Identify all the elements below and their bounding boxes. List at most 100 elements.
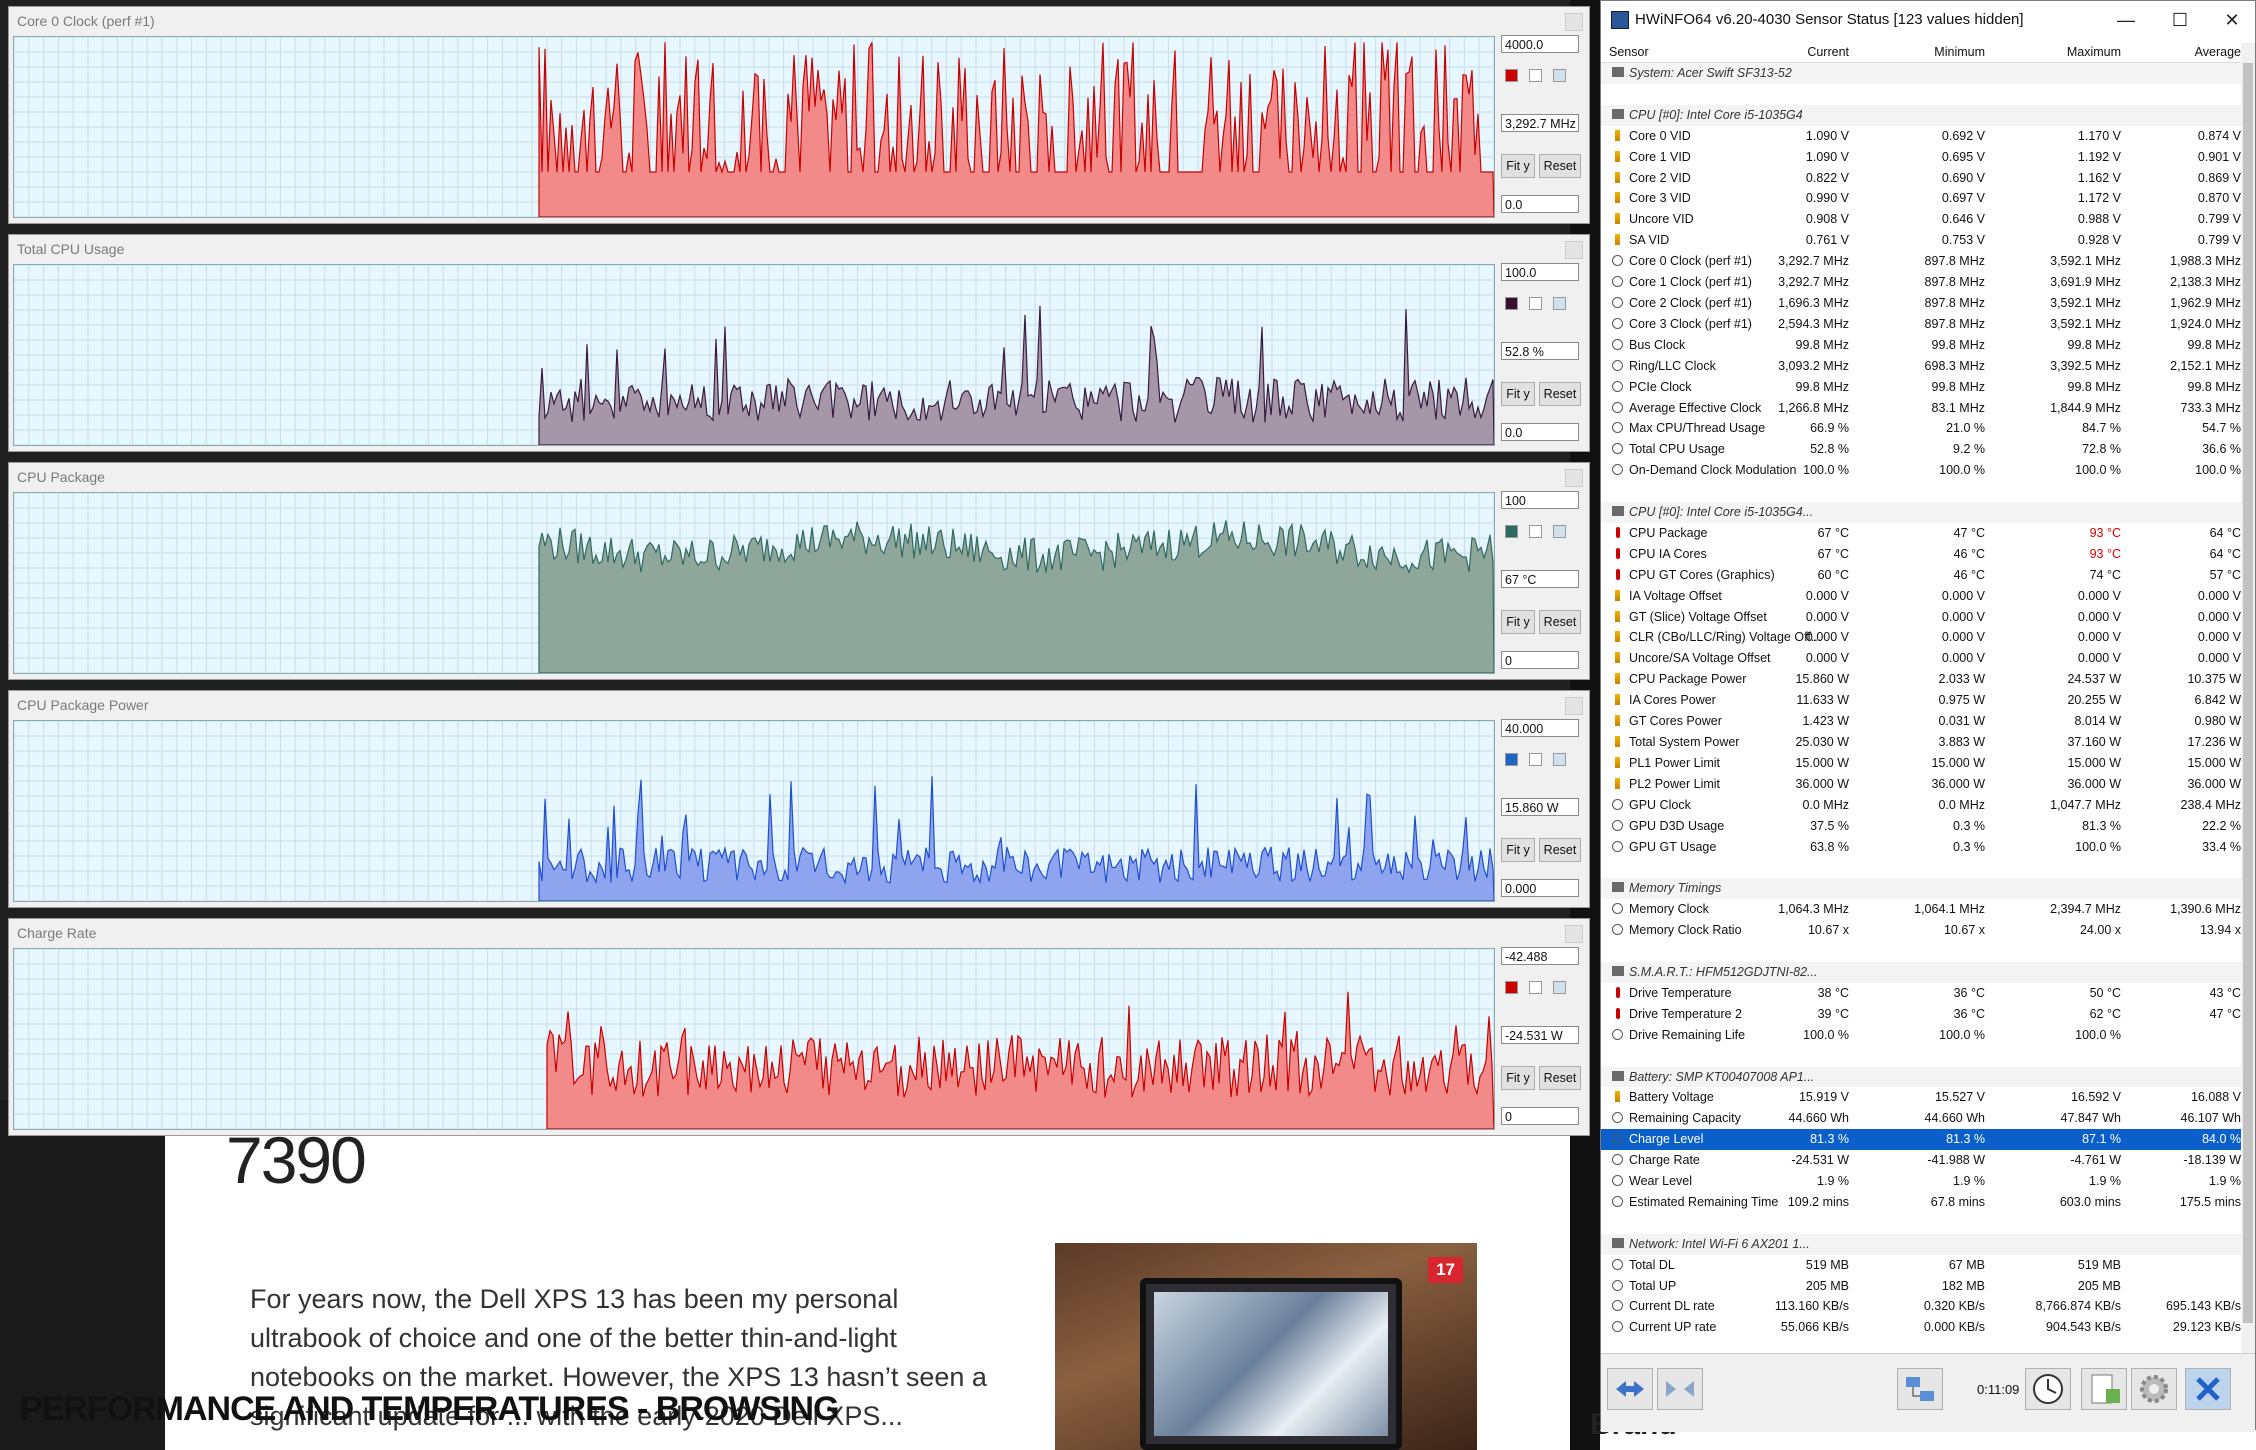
sensor-row[interactable]: GPU GT Usage 63.8 % 0.3 % 100.0 % 33.4 %: [1601, 837, 2241, 858]
reset-button[interactable]: Reset: [1539, 1066, 1581, 1090]
sensor-row[interactable]: Core 2 VID 0.822 V 0.690 V 1.162 V 0.869 V: [1601, 168, 2241, 189]
line-color-swatch[interactable]: [1505, 981, 1518, 994]
sensor-row[interactable]: Memory Clock 1,064.3 MHz 1,064.1 MHz 2,394.…: [1601, 899, 2241, 920]
add-report-icon[interactable]: [2081, 1368, 2127, 1410]
sensor-row[interactable]: GT (Slice) Voltage Offset 0.000 V 0.000 V 0…: [1601, 607, 2241, 628]
sensor-row[interactable]: Core 1 VID 1.090 V 0.695 V 1.192 V 0.901 V: [1601, 147, 2241, 168]
graph-max-field[interactable]: 100: [1501, 491, 1579, 509]
sensor-row[interactable]: IA Cores Power 11.633 W 0.975 W 20.255 W 6.8…: [1601, 690, 2241, 711]
sensor-row[interactable]: Bus Clock 99.8 MHz 99.8 MHz 99.8 MHz 99.8 MH…: [1601, 335, 2241, 356]
grid-color-swatch[interactable]: [1553, 525, 1566, 538]
sensor-row[interactable]: Uncore VID 0.908 V 0.646 V 0.988 V 0.799 V: [1601, 209, 2241, 230]
sensor-row[interactable]: Charge Level 81.3 % 81.3 % 87.1 % 84.0 %: [1601, 1129, 2241, 1151]
column-minimum[interactable]: Minimum: [1934, 45, 1985, 59]
grid-color-swatch[interactable]: [1553, 69, 1566, 82]
fit-y-button[interactable]: Fit y: [1501, 610, 1535, 634]
sensor-row[interactable]: PL1 Power Limit 15.000 W 15.000 W 15.000 W 1…: [1601, 753, 2241, 774]
sensor-row[interactable]: CPU Package Power 15.860 W 2.033 W 24.537 W…: [1601, 669, 2241, 690]
background-color-swatch[interactable]: [1529, 981, 1542, 994]
sensor-group-header[interactable]: CPU [#0]: Intel Core i5-1035G4...: [1601, 502, 2241, 523]
sensor-graph-window[interactable]: Charge Rate -42.488 -24.531 W Fit y Rese…: [8, 918, 1590, 1136]
sensor-row[interactable]: Core 3 Clock (perf #1) 2,594.3 MHz 897.8 M…: [1601, 314, 2241, 335]
sensor-row[interactable]: GPU D3D Usage 37.5 % 0.3 % 81.3 % 22.2 %: [1601, 816, 2241, 837]
minimize-button[interactable]: —: [2103, 5, 2149, 35]
settings-gear-icon[interactable]: [2131, 1368, 2177, 1410]
close-sensors-icon[interactable]: [2185, 1368, 2231, 1410]
sensor-graph-window[interactable]: CPU Package 100 67 °C Fit y Reset 0: [8, 462, 1590, 680]
sensor-row[interactable]: CPU GT Cores (Graphics) 60 °C 46 °C 74 °C 57…: [1601, 565, 2241, 586]
sensor-row[interactable]: PL2 Power Limit 36.000 W 36.000 W 36.000 W 3…: [1601, 774, 2241, 795]
expand-arrows-icon[interactable]: [1607, 1368, 1653, 1410]
line-color-swatch[interactable]: [1505, 297, 1518, 310]
sensor-row[interactable]: Current DL rate 113.160 KB/s 0.320 KB/s 8,7…: [1601, 1296, 2241, 1317]
reset-button[interactable]: Reset: [1539, 382, 1581, 406]
sensor-row[interactable]: CPU IA Cores 67 °C 46 °C 93 °C 64 °C: [1601, 544, 2241, 565]
background-color-swatch[interactable]: [1529, 525, 1542, 538]
network-icon[interactable]: [1897, 1368, 1943, 1410]
sensor-graph-window[interactable]: Core 0 Clock (perf #1) 4000.0 3,292.7 MH…: [8, 6, 1590, 224]
fit-y-button[interactable]: Fit y: [1501, 382, 1535, 406]
grid-color-swatch[interactable]: [1553, 981, 1566, 994]
maximize-button[interactable]: ☐: [2157, 5, 2203, 35]
sensor-row[interactable]: Core 2 Clock (perf #1) 1,696.3 MHz 897.8 M…: [1601, 293, 2241, 314]
sensor-group-header[interactable]: Memory Timings: [1601, 878, 2241, 900]
background-color-swatch[interactable]: [1529, 753, 1542, 766]
reset-button[interactable]: Reset: [1539, 610, 1581, 634]
graph-min-field[interactable]: 0: [1501, 651, 1579, 669]
sensor-row[interactable]: Total DL 519 MB 67 MB 519 MB: [1601, 1255, 2241, 1276]
sensor-table[interactable]: System: Acer Swift SF313-52 CPU [#0]: Int…: [1601, 63, 2241, 1338]
reset-button[interactable]: Reset: [1539, 154, 1581, 178]
column-sensor[interactable]: Sensor: [1609, 45, 1649, 59]
sensor-row[interactable]: On-Demand Clock Modulation 100.0 % 100.0 %…: [1601, 460, 2241, 481]
graph-close-icon[interactable]: [1565, 925, 1583, 943]
hwinfo-sensor-window[interactable]: HWiNFO64 v6.20-4030 Sensor Status [123 v…: [1600, 0, 2256, 1432]
sensor-row[interactable]: Core 0 Clock (perf #1) 3,292.7 MHz 897.8 M…: [1601, 251, 2241, 272]
title-bar[interactable]: HWiNFO64 v6.20-4030 Sensor Status [123 v…: [1601, 1, 2255, 39]
fit-y-button[interactable]: Fit y: [1501, 154, 1535, 178]
graph-max-field[interactable]: -42.488: [1501, 947, 1579, 965]
sensor-row[interactable]: Core 1 Clock (perf #1) 3,292.7 MHz 897.8 M…: [1601, 272, 2241, 293]
vertical-scrollbar[interactable]: [2241, 43, 2255, 1353]
sensor-row[interactable]: PCIe Clock 99.8 MHz 99.8 MHz 99.8 MHz 99.8 M…: [1601, 377, 2241, 398]
sensor-row[interactable]: Total System Power 25.030 W 3.883 W 37.160 …: [1601, 732, 2241, 753]
sensor-row[interactable]: GPU Clock 0.0 MHz 0.0 MHz 1,047.7 MHz 238.4 …: [1601, 795, 2241, 816]
graph-min-field[interactable]: 0.000: [1501, 879, 1579, 897]
line-color-swatch[interactable]: [1505, 69, 1518, 82]
sensor-row[interactable]: Core 3 VID 0.990 V 0.697 V 1.172 V 0.870 V: [1601, 188, 2241, 209]
line-color-swatch[interactable]: [1505, 525, 1518, 538]
column-average[interactable]: Average: [2195, 45, 2241, 59]
graph-min-field[interactable]: 0.0: [1501, 423, 1579, 441]
clock-icon[interactable]: [2025, 1368, 2071, 1410]
sensor-row[interactable]: Wear Level 1.9 % 1.9 % 1.9 % 1.9 %: [1601, 1171, 2241, 1192]
fit-y-button[interactable]: Fit y: [1501, 838, 1535, 862]
sensor-row[interactable]: Memory Clock Ratio 10.67 x 10.67 x 24.00 x 1…: [1601, 920, 2241, 941]
fit-y-button[interactable]: Fit y: [1501, 1066, 1535, 1090]
sensor-row[interactable]: Drive Temperature 38 °C 36 °C 50 °C 43 °C: [1601, 983, 2241, 1004]
article-image[interactable]: 17: [1055, 1243, 1477, 1450]
background-color-swatch[interactable]: [1529, 69, 1542, 82]
sensor-group-header[interactable]: Battery: SMP KT00407008 AP1...: [1601, 1066, 2241, 1088]
sensor-row[interactable]: Total CPU Usage 52.8 % 9.2 % 72.8 % 36.6 %: [1601, 439, 2241, 460]
close-button[interactable]: ✕: [2209, 5, 2255, 35]
sensor-row[interactable]: Drive Temperature 2 39 °C 36 °C 62 °C 47 °C: [1601, 1004, 2241, 1025]
graph-close-icon[interactable]: [1565, 241, 1583, 259]
sensor-row[interactable]: Estimated Remaining Time 109.2 mins 67.8 m…: [1601, 1192, 2241, 1213]
sensor-row[interactable]: SA VID 0.761 V 0.753 V 0.928 V 0.799 V: [1601, 230, 2241, 251]
reset-button[interactable]: Reset: [1539, 838, 1581, 862]
sensor-row[interactable]: CLR (CBo/LLC/Ring) Voltage Off... 0.000 V…: [1601, 627, 2241, 648]
sensor-row[interactable]: Current UP rate 55.066 KB/s 0.000 KB/s 904.…: [1601, 1317, 2241, 1338]
sensor-group-header[interactable]: Network: Intel Wi-Fi 6 AX201 1...: [1601, 1233, 2241, 1255]
graph-min-field[interactable]: 0.0: [1501, 195, 1579, 213]
sensor-graph-window[interactable]: CPU Package Power 40.000 15.860 W Fit y …: [8, 690, 1590, 908]
graph-close-icon[interactable]: [1565, 697, 1583, 715]
sensor-row[interactable]: Total UP 205 MB 182 MB 205 MB: [1601, 1276, 2241, 1297]
collapse-arrows-icon[interactable]: [1657, 1368, 1703, 1410]
background-color-swatch[interactable]: [1529, 297, 1542, 310]
grid-color-swatch[interactable]: [1553, 753, 1566, 766]
sensor-row[interactable]: Charge Rate -24.531 W -41.988 W -4.761 W -18…: [1601, 1150, 2241, 1171]
sensor-row[interactable]: Uncore/SA Voltage Offset 0.000 V 0.000 V 0.…: [1601, 648, 2241, 669]
column-maximum[interactable]: Maximum: [2067, 45, 2121, 59]
column-current[interactable]: Current: [1807, 45, 1849, 59]
graph-max-field[interactable]: 100.0: [1501, 263, 1579, 281]
sensor-group-header[interactable]: CPU [#0]: Intel Core i5-1035G4: [1601, 104, 2241, 126]
